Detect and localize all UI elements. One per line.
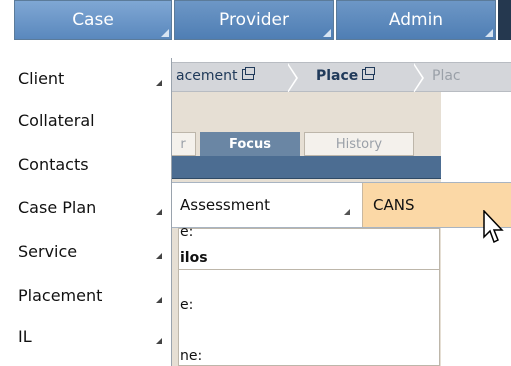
nav-edge bbox=[498, 0, 511, 40]
submenu-arrow-icon bbox=[344, 209, 350, 215]
submenu-arrow-icon bbox=[156, 80, 162, 86]
breadcrumb-separator-inner bbox=[413, 64, 422, 92]
mouse-cursor-icon bbox=[483, 210, 504, 244]
breadcrumb-separator-inner bbox=[287, 64, 296, 92]
nav-case-label: Case bbox=[72, 10, 114, 30]
menu-item-label: Service bbox=[18, 241, 78, 261]
breadcrumb-item-place[interactable]: Place bbox=[316, 67, 376, 84]
field-value-fragment: ilos bbox=[180, 250, 208, 266]
nav-admin-button[interactable]: Admin bbox=[336, 0, 496, 40]
nav-provider-button[interactable]: Provider bbox=[174, 0, 334, 40]
nav-case-button[interactable]: Case bbox=[14, 0, 172, 40]
menu-item-label: IL bbox=[18, 326, 32, 346]
field-label-fragment: e: bbox=[180, 224, 194, 240]
menu-item-label: Collateral bbox=[18, 110, 95, 130]
case-menu-item-placement[interactable]: Placement bbox=[14, 275, 170, 315]
details-card bbox=[178, 228, 440, 366]
field-label-fragment: e: bbox=[180, 297, 194, 313]
case-menu-item-case-plan[interactable]: Case Plan bbox=[14, 187, 170, 227]
menu-item-label: Contacts bbox=[18, 154, 89, 174]
case-dropdown-menu: Client Collateral Contacts Case Plan Ser… bbox=[14, 58, 172, 366]
card-header bbox=[179, 229, 439, 270]
submenu-arrow-icon bbox=[156, 338, 162, 344]
corner-arrow-icon bbox=[323, 29, 331, 37]
tab-partial[interactable]: r bbox=[170, 132, 196, 156]
submenu-item-assessment[interactable]: Assessment bbox=[170, 183, 360, 227]
submenu-item-label: Assessment bbox=[180, 196, 270, 214]
submenu-arrow-icon bbox=[156, 297, 162, 303]
breadcrumb: acement Place Plac bbox=[170, 62, 511, 93]
tab-history[interactable]: History bbox=[304, 132, 414, 156]
window-icon bbox=[362, 67, 376, 80]
case-menu-item-il[interactable]: IL bbox=[14, 316, 170, 356]
breadcrumb-item-next[interactable]: Plac bbox=[432, 68, 461, 84]
case-menu-item-client[interactable]: Client bbox=[14, 58, 170, 98]
tab-bar bbox=[170, 156, 441, 179]
nav-provider-label: Provider bbox=[219, 10, 289, 30]
case-menu-item-service[interactable]: Service bbox=[14, 231, 170, 271]
case-plan-submenu: Assessment CANS bbox=[170, 182, 511, 228]
tab-focus[interactable]: Focus bbox=[200, 132, 300, 156]
submenu-arrow-icon bbox=[156, 209, 162, 215]
menu-item-label: Case Plan bbox=[18, 197, 97, 217]
nav-admin-label: Admin bbox=[388, 10, 444, 30]
breadcrumb-item-placement[interactable]: acement bbox=[176, 67, 255, 84]
breadcrumb-label: Place bbox=[316, 68, 359, 84]
menu-item-label: Placement bbox=[18, 285, 103, 305]
menu-item-label: Client bbox=[18, 68, 65, 88]
submenu-item-label: CANS bbox=[373, 196, 415, 214]
breadcrumb-label: acement bbox=[176, 68, 238, 84]
corner-arrow-icon bbox=[161, 29, 169, 37]
submenu-arrow-icon bbox=[156, 253, 162, 259]
window-icon bbox=[241, 67, 255, 80]
top-nav-bar: Case Provider Admin bbox=[0, 0, 511, 58]
corner-arrow-icon bbox=[485, 29, 493, 37]
field-label-fragment: ne: bbox=[180, 348, 203, 364]
case-menu-item-collateral[interactable]: Collateral bbox=[14, 100, 170, 140]
case-menu-item-contacts[interactable]: Contacts bbox=[14, 144, 170, 184]
